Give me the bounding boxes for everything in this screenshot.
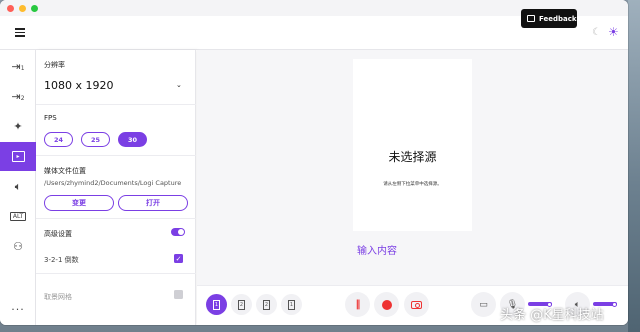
layout-pip-icon: 1 [288,299,295,310]
layout-single-button[interactable]: 1 [206,294,227,315]
resolution-label: 分辨率 [44,61,65,69]
snapshot-button[interactable] [404,292,429,317]
layout-dual-stacked-icon: 2 [263,299,270,310]
slider-knob[interactable] [612,301,618,307]
layout-pip-button[interactable]: 1 [281,294,302,315]
rail-more[interactable]: ··· [0,295,36,324]
layout-dual-stacked-button[interactable]: 2 [256,294,277,315]
single-source-icon: ⇥1 [11,60,25,73]
preview-area: 未选择源 请从左侧下拉菜单中选择源。 输入内容 [197,50,628,285]
app-window: ☾ ☀ ⇥1 ⇥2 ✦ ▸ 🔈︎ ALT ⚇ ··· 分辨率 1080 x 19… [0,0,628,325]
video-camera-icon: ▸ [11,151,25,162]
user-icon: ⚇ [13,240,23,253]
snap-grid-label: 取景网格 [44,293,72,301]
rail-alt-text[interactable]: ALT [0,202,36,231]
media-location-label: 媒体文件位置 [44,167,86,175]
icon-rail: ⇥1 ⇥2 ✦ ▸ 🔈︎ ALT ⚇ ··· [0,50,36,325]
pause-icon: ‖ [355,299,361,310]
no-source-hint: 请从左侧下拉菜单中选择源。 [383,182,442,187]
zoom-window-button[interactable] [31,5,38,12]
countdown-checkbox[interactable]: ✓ [174,254,183,263]
media-path: /Users/zhymind2/Documents/Logi Capture [44,179,182,187]
settings-panel: 分辨率 1080 x 1920 ⌄ FPS 24 25 30 媒体文件位置 /U… [36,50,196,325]
rail-video[interactable]: ▸ [0,142,36,171]
resolution-value: 1080 x 1920 [44,79,114,92]
dark-mode-icon[interactable]: ☾ [592,27,601,38]
rail-single-source[interactable]: ⇥1 [0,52,36,81]
more-icon: ··· [11,303,25,316]
folder-icon: ▭ [479,299,488,310]
close-window-button[interactable] [7,5,14,12]
menu-icon[interactable] [15,28,25,37]
input-content-link[interactable]: 输入内容 [357,242,397,257]
watermark: 头条 @K星科技站 [500,308,604,323]
fps-label: FPS [44,114,57,122]
rail-audio[interactable]: 🔈︎ [0,172,36,201]
speaker-icon: 🔈︎ [14,179,22,193]
snap-grid-checkbox[interactable] [174,290,183,299]
pause-button[interactable]: ‖ [345,292,370,317]
countdown-label: 3-2-1 倒数 [44,256,79,264]
fps-option-24[interactable]: 24 [44,132,73,147]
divider [36,273,196,274]
feedback-button[interactable]: Feedback [521,9,577,28]
minimize-window-button[interactable] [19,5,26,12]
open-folder-icon-button[interactable]: ▭ [471,292,496,317]
layout-single-icon: 1 [213,299,220,310]
preview-canvas: 未选择源 请从左侧下拉菜单中选择源。 [353,59,472,231]
divider [36,218,196,219]
alt-text-icon: ALT [9,212,27,221]
open-folder-button[interactable]: 打开 [118,195,188,211]
rail-dual-source[interactable]: ⇥2 [0,82,36,111]
divider [36,155,196,156]
change-location-button[interactable]: 变更 [44,195,114,211]
fps-option-25[interactable]: 25 [81,132,110,147]
feedback-label: Feedback [539,14,577,23]
desktop-wallpaper [628,0,640,332]
feedback-icon [527,15,535,22]
layout-dual-button[interactable]: 2 [231,294,252,315]
chevron-down-icon: ⌄ [176,81,182,89]
rail-account[interactable]: ⚇ [0,232,36,261]
divider [36,104,196,105]
light-mode-icon[interactable]: ☀ [608,25,619,39]
advanced-settings-toggle[interactable] [171,228,185,236]
no-source-title: 未选择源 [388,150,437,164]
record-button[interactable] [374,292,399,317]
camera-icon [411,300,422,309]
layout-dual-icon: 2 [238,299,245,310]
fps-option-30[interactable]: 30 [118,132,147,147]
record-icon [381,299,392,310]
advanced-settings-label: 高级设置 [44,230,72,238]
magic-wand-icon: ✦ [13,120,23,133]
rail-effects[interactable]: ✦ [0,112,36,141]
dual-source-icon: ⇥2 [11,90,25,103]
